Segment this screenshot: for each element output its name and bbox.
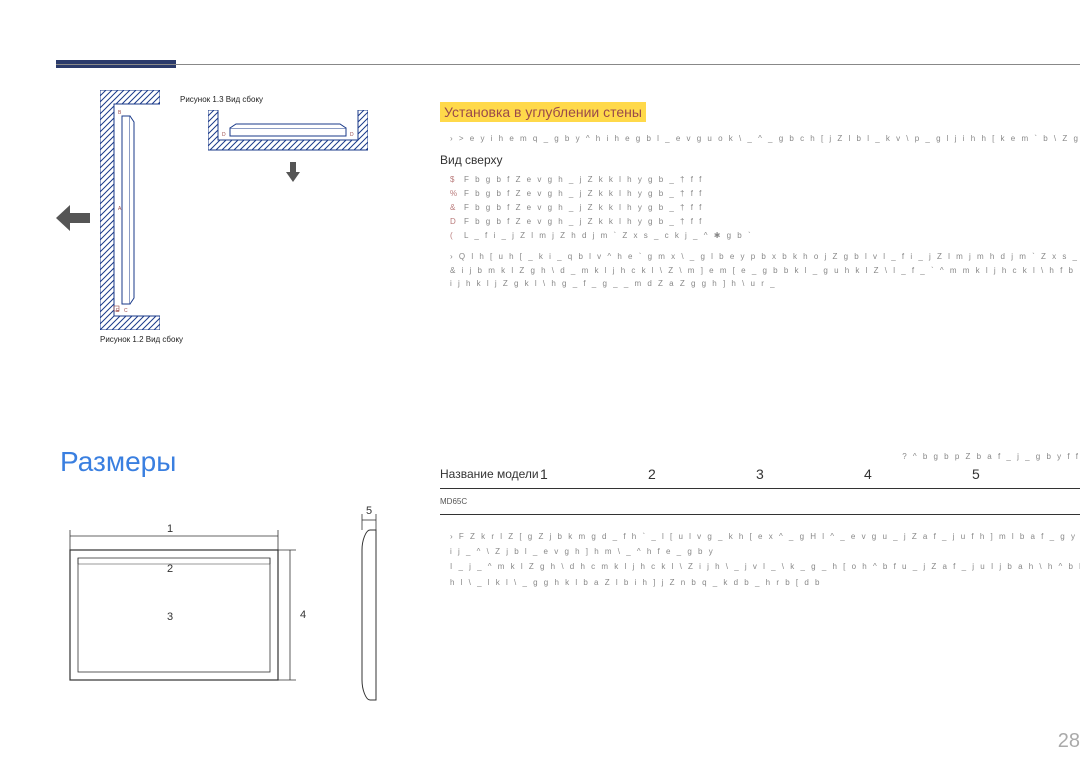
clearance-row: $F b g b f Z e v g h _ j Z k k l h y g b… (450, 175, 1080, 184)
page-root: Рисунок 1.3 Вид сбоку D D (0, 0, 1080, 763)
th-col-5: 5 (972, 466, 1080, 482)
label-B: B (118, 110, 122, 116)
page-number: 28 (1058, 730, 1080, 753)
arrow-left-icon (56, 205, 90, 231)
td-cell (540, 497, 648, 506)
figure-1-3: D D (208, 110, 368, 160)
dimensions-heading: Размеры (60, 446, 176, 478)
dim-2: 2 (167, 563, 173, 575)
clearance-row: %F b g b f Z e v g h _ j Z k k l h y g b… (450, 189, 1080, 198)
td-cell (756, 497, 864, 506)
dimensions-figures: 1 2 3 4 5 (60, 500, 400, 720)
figure-1-2-caption: Рисунок 1.2 Вид сбоку (100, 335, 183, 344)
th-col-2: 2 (648, 466, 756, 482)
table-row: MD65C (440, 489, 1080, 515)
clearance-row: &F b g b f Z e v g h _ j Z k k l h y g b… (450, 203, 1080, 212)
arrow-down-icon (286, 162, 300, 182)
table-notes: › F Z k r l Z [ g Z j b k m g d _ f h ` … (450, 529, 1080, 590)
clearance-row: (L _ f i _ j Z l m j Z h d j m ` Z x s _… (450, 231, 1080, 240)
install-intro: › > e y i h e m q _ g b y ^ h i h e g b … (450, 134, 1080, 143)
th-col-1: 1 (540, 466, 648, 482)
td-cell (648, 497, 756, 506)
label-D-right: D (350, 132, 354, 138)
label-D-left: D (222, 132, 226, 138)
label-C: C (124, 308, 128, 314)
th-col-3: 3 (756, 466, 864, 482)
dim-1: 1 (167, 523, 173, 535)
dimensions-table: Название модели 1 2 3 4 5 MD65C › F Z k … (440, 466, 1080, 590)
figure-1-2: B A C E (100, 90, 160, 330)
topview-heading: Вид сверху (440, 153, 1080, 167)
th-model: Название модели (440, 467, 540, 481)
clearance-list: $F b g b f Z e v g h _ j Z k k l h y g b… (450, 175, 1080, 240)
td-model: MD65C (440, 497, 540, 506)
dim-3: 3 (167, 611, 173, 623)
td-cell (972, 497, 1080, 506)
install-section: Установка в углублении стены › > e y i h… (440, 102, 1080, 291)
install-title: Установка в углублении стены (440, 102, 646, 122)
figure-1-3-caption: Рисунок 1.3 Вид сбоку (180, 95, 263, 104)
th-col-4: 4 (864, 466, 972, 482)
dim-4: 4 (300, 609, 306, 621)
unit-label: ? ^ b g b p Z b a f _ j _ g b y f f (902, 452, 1080, 461)
label-A: A (118, 206, 122, 212)
table-header-row: Название модели 1 2 3 4 5 (440, 466, 1080, 489)
clearance-row: DF b g b f Z e v g h _ j Z k k l h y g b… (450, 217, 1080, 226)
header-rule (56, 64, 1080, 65)
td-cell (864, 497, 972, 506)
install-note: › Q l h [ u h [ _ k i _ q b l v ^ h e ` … (450, 250, 1080, 291)
dim-5: 5 (366, 505, 372, 517)
